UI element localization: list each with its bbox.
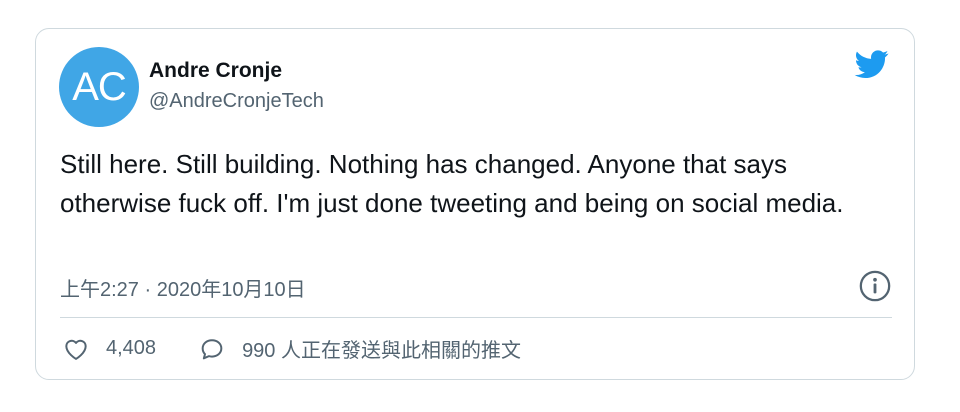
like-button[interactable]: 4,408 bbox=[62, 335, 156, 363]
tweet-timestamp[interactable]: 上午2:27 · 2020年10月10日 bbox=[60, 273, 306, 302]
twitter-bird-icon[interactable] bbox=[852, 47, 892, 81]
comment-icon bbox=[201, 338, 223, 359]
like-count: 4,408 bbox=[106, 337, 157, 359]
info-icon[interactable] bbox=[858, 269, 892, 303]
author-handle[interactable]: @AndreCronjeTech bbox=[149, 90, 324, 113]
reply-button[interactable]: 990 人正在發送與此相關的推文 bbox=[198, 334, 521, 363]
divider bbox=[60, 317, 892, 318]
avatar[interactable]: AC bbox=[59, 47, 139, 127]
tweet-card[interactable]: AC Andre Cronje @AndreCronjeTech Still h… bbox=[35, 28, 915, 380]
tweet-actions: 4,408 990 人正在發送與此相關的推文 bbox=[62, 334, 521, 363]
reply-label: 990 人正在發送與此相關的推文 bbox=[242, 340, 521, 362]
heart-icon bbox=[65, 339, 87, 360]
tweet-text: Still here. Still building. Nothing has … bbox=[60, 149, 844, 218]
author-name[interactable]: Andre Cronje bbox=[149, 59, 282, 83]
avatar-initials: AC bbox=[72, 64, 127, 109]
